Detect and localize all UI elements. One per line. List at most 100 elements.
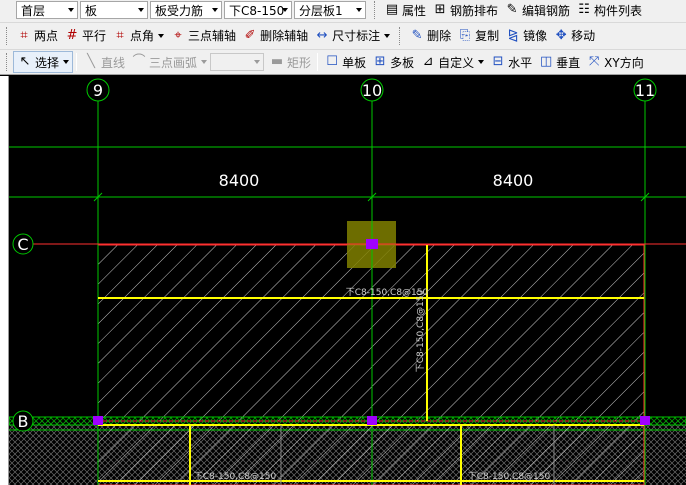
single-slab-icon: ☐	[326, 54, 338, 69]
custom-shape-icon: ⊿	[422, 54, 434, 69]
grip-point[interactable]	[640, 416, 650, 425]
select-label: 选择	[35, 55, 60, 70]
grip-point[interactable]	[93, 416, 103, 425]
chevron-down-icon	[212, 8, 218, 12]
component-list-label: 构件列表	[594, 3, 643, 18]
dimension-text-left: 8400	[219, 171, 260, 190]
rebar-arrange-button[interactable]: ⊞ 钢筋排布	[429, 0, 501, 21]
three-point-axis-icon: ⌖	[174, 27, 182, 43]
xy-direction-button[interactable]: ⤧ XY方向	[583, 51, 647, 73]
toolbar-grip[interactable]	[399, 26, 402, 45]
axis-label-b: B	[18, 412, 29, 431]
chevron-down-icon	[68, 8, 74, 12]
slab-upper[interactable]	[98, 245, 644, 421]
component-subtype-select[interactable]: 板受力筋	[150, 1, 222, 19]
toolbar-row-2: ⌗ 两点 # 平行 ⌗ 点角 ⌖ 三点辅轴 ✐ 删除辅轴 ↔ 尺寸标注 ✎ 删除	[0, 22, 686, 48]
move-label: 移动	[571, 29, 596, 43]
left-panel-edge	[0, 76, 9, 485]
floor-select[interactable]: 首层	[16, 1, 78, 19]
horizontal-icon: ⊟	[492, 54, 504, 69]
mirror-button[interactable]: ⧎ 镜像	[502, 25, 550, 47]
line-button[interactable]: ╲ 直线	[80, 51, 128, 73]
rectangle-button[interactable]: ▬ 矩形	[266, 51, 314, 73]
drawing-canvas[interactable]: 9 10 11 8400 8400 C B 下C8-150,C8@150 下C8…	[8, 76, 686, 485]
axis-label-9: 9	[93, 81, 103, 100]
properties-icon: ▤	[385, 2, 399, 17]
delete-axis-button[interactable]: ✐ 删除辅轴	[239, 25, 311, 47]
toolbar-grip[interactable]	[6, 26, 9, 45]
move-icon: ✥	[555, 27, 567, 43]
edit-rebar-button[interactable]: ✎ 编辑钢筋	[501, 0, 573, 21]
move-button[interactable]: ✥ 移动	[550, 25, 598, 47]
rebar-label-bottom-left: 下C8-150,C8@150	[194, 472, 277, 482]
horizontal-button[interactable]: ⊟ 水平	[487, 51, 535, 73]
chevron-down-icon	[201, 60, 208, 64]
layer-select[interactable]: 分层板1	[294, 1, 366, 19]
point-angle-button[interactable]: ⌗ 点角	[109, 25, 167, 47]
delete-axis-label: 删除辅轴	[260, 29, 309, 43]
rectangle-icon: ▬	[270, 54, 284, 69]
dimension-icon: ↔	[316, 27, 328, 43]
vertical-label: 垂直	[556, 55, 581, 70]
toolbar-row-3: ↖ 选择 ╲ 直线 ⌒ 三点画弧 ▬ 矩形 ☐ 单板 ⊞ 多板 ⊿ 自定义 ⊟ …	[0, 49, 686, 75]
line-label: 直线	[101, 55, 126, 70]
select-button[interactable]: ↖ 选择	[13, 51, 74, 73]
toolbar-grip[interactable]	[374, 1, 377, 19]
delete-button[interactable]: ✎ 删除	[406, 25, 454, 47]
rebar-select-value: 下C8-150	[229, 3, 285, 18]
chevron-down-icon	[138, 8, 144, 12]
toolbar-separator	[76, 53, 78, 71]
three-point-arc-label: 三点画弧	[149, 55, 198, 70]
three-point-axis-label: 三点辅轴	[188, 29, 237, 43]
custom-label: 自定义	[438, 55, 475, 70]
vertical-button[interactable]: ◫ 垂直	[535, 51, 583, 73]
draw-mode-select[interactable]	[210, 53, 265, 71]
drawing-svg[interactable]: 9 10 11 8400 8400 C B 下C8-150,C8@150 下C8…	[8, 76, 686, 485]
multi-slab-button[interactable]: ⊞ 多板	[369, 51, 417, 73]
layer-select-value: 分层板1	[299, 3, 343, 18]
three-point-arc-button[interactable]: ⌒ 三点画弧	[128, 51, 210, 73]
rebar-arrange-label: 钢筋排布	[450, 3, 499, 18]
copy-button[interactable]: ⎘ 复制	[454, 25, 502, 47]
chevron-down-icon	[158, 33, 165, 38]
properties-button[interactable]: ▤ 属性	[381, 0, 429, 21]
mirror-icon: ⧎	[507, 27, 519, 43]
slab-lower[interactable]	[98, 425, 644, 485]
horizontal-label: 水平	[508, 55, 533, 70]
two-points-axis-icon: ⌗	[20, 27, 28, 43]
axis-label-c: C	[17, 235, 28, 254]
chevron-down-icon	[254, 60, 261, 64]
mirror-label: 镜像	[523, 29, 548, 43]
chevron-down-icon	[384, 33, 391, 38]
rebar-label-vertical: 下C8-150,C8@150	[416, 289, 426, 372]
point-angle-icon: ⌗	[116, 27, 124, 43]
multi-slab-label: 多板	[390, 55, 415, 70]
parallel-axis-icon: #	[66, 27, 78, 43]
dimension-button[interactable]: ↔ 尺寸标注	[311, 25, 393, 47]
two-points-button[interactable]: ⌗ 两点	[13, 25, 61, 47]
rebar-label-bottom-right: 下C8-150,C8@150	[468, 472, 551, 482]
grip-point[interactable]	[367, 416, 377, 425]
axis-label-10: 10	[362, 81, 382, 100]
point-angle-label: 点角	[130, 29, 155, 43]
component-type-select[interactable]: 板	[80, 1, 148, 19]
three-point-axis-button[interactable]: ⌖ 三点辅轴	[167, 25, 239, 47]
line-icon: ╲	[87, 54, 95, 69]
copy-icon: ⎘	[459, 27, 471, 43]
rebar-select[interactable]: 下C8-150	[224, 1, 292, 19]
grip-point[interactable]	[366, 239, 378, 249]
dimension-label: 尺寸标注	[332, 29, 381, 43]
parallel-button[interactable]: # 平行	[61, 25, 109, 47]
vertical-icon: ◫	[539, 54, 553, 69]
single-slab-label: 单板	[342, 55, 367, 70]
rectangle-label: 矩形	[287, 55, 312, 70]
properties-label: 属性	[402, 3, 427, 18]
chevron-down-icon	[282, 8, 288, 12]
chevron-down-icon	[63, 60, 70, 64]
single-slab-button[interactable]: ☐ 单板	[321, 51, 369, 73]
component-list-button[interactable]: ☷ 构件列表	[573, 0, 645, 21]
toolbar-grip[interactable]	[6, 53, 9, 71]
dimension-text-right: 8400	[493, 171, 534, 190]
custom-button[interactable]: ⊿ 自定义	[417, 51, 487, 73]
parallel-label: 平行	[82, 29, 107, 43]
